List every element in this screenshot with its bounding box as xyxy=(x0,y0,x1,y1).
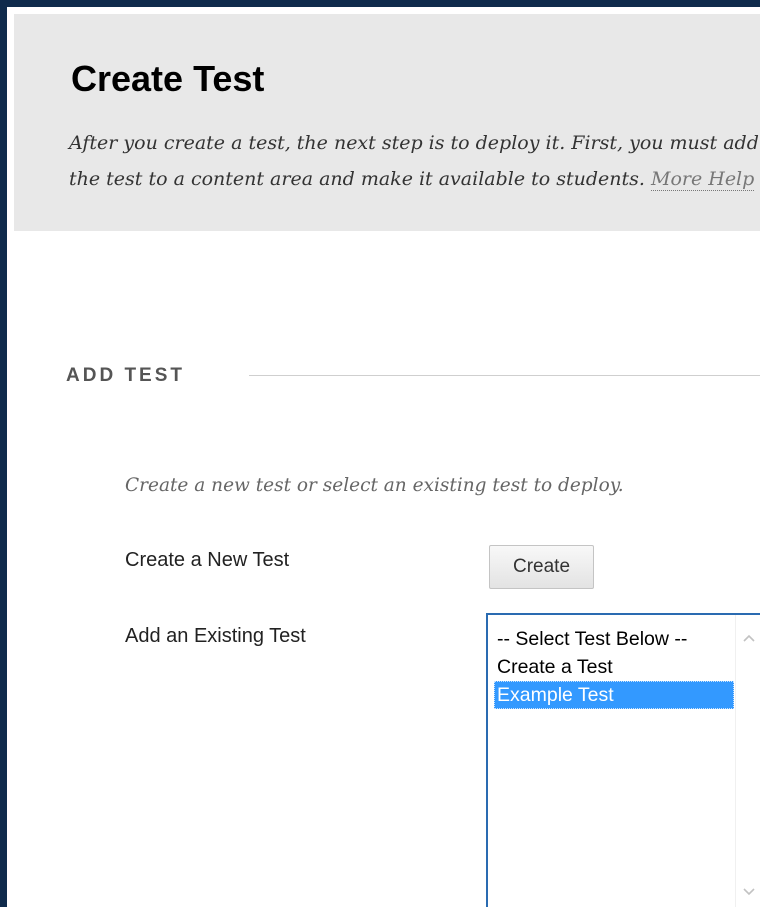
page-title: Create Test xyxy=(71,58,265,99)
add-existing-test-label: Add an Existing Test xyxy=(125,625,306,647)
page-frame: Create Test After you create a test, the… xyxy=(0,0,760,907)
create-button[interactable]: Create xyxy=(489,545,594,589)
chevron-down-icon[interactable] xyxy=(740,883,758,901)
section-heading: ADD TEST xyxy=(66,365,185,386)
create-new-test-label: Create a New Test xyxy=(125,549,290,571)
page-description: After you create a test, the next step i… xyxy=(69,125,760,197)
listbox-scrollbar[interactable] xyxy=(735,615,760,907)
test-option-selected[interactable]: Example Test xyxy=(494,681,734,709)
more-help-link[interactable]: More Help xyxy=(650,168,755,191)
section-divider xyxy=(249,375,760,376)
page-header xyxy=(14,14,760,231)
test-option[interactable]: Create a Test xyxy=(494,653,734,681)
instructions-text: Create a new test or select an existing … xyxy=(125,475,624,496)
test-option[interactable]: -- Select Test Below -- xyxy=(494,625,734,653)
existing-test-listbox[interactable]: -- Select Test Below -- Create a Test Ex… xyxy=(486,613,760,907)
chevron-up-icon[interactable] xyxy=(740,629,758,647)
